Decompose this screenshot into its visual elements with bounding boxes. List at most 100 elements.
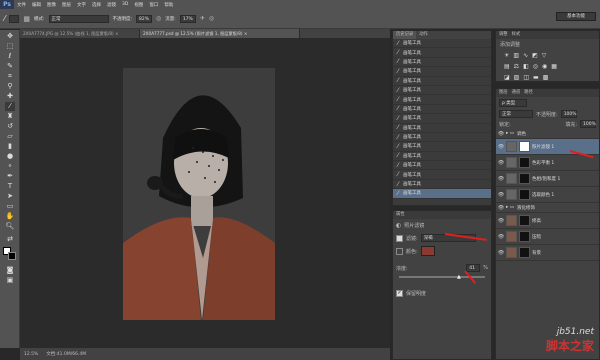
path-select-tool-icon[interactable]: ➤ bbox=[5, 192, 15, 201]
visibility-eye-icon[interactable]: 👁︎ bbox=[496, 234, 506, 240]
blur-tool-icon[interactable]: ● bbox=[5, 152, 15, 161]
layer-opacity-input[interactable]: 100% bbox=[560, 110, 577, 118]
hue-sat-icon[interactable]: ▤ bbox=[504, 63, 510, 70]
pen-tool-icon[interactable]: ✒ bbox=[5, 172, 15, 181]
brush-tool-icon[interactable]: ⁄ bbox=[5, 102, 15, 111]
history-item[interactable]: ⁄ 画笔工具 bbox=[393, 180, 491, 190]
menu-select[interactable]: 选择 bbox=[89, 2, 104, 8]
history-item[interactable]: ⁄ 画笔工具 bbox=[393, 142, 491, 152]
doc-tab-2[interactable]: 2X0A7777.psd @ 12.5% (照片滤镜 1, 图层蒙版/8) × bbox=[140, 29, 300, 38]
pressure-opacity-icon[interactable]: ◎ bbox=[156, 15, 161, 22]
type-tool-icon[interactable]: T bbox=[5, 182, 15, 191]
color-balance-icon[interactable]: ⚖ bbox=[514, 63, 519, 70]
gradient-map-icon[interactable]: ▬ bbox=[533, 74, 539, 81]
exposure-icon[interactable]: ◩ bbox=[532, 52, 538, 59]
layer-row[interactable]: 👁︎ 色彩平衡 1 bbox=[496, 155, 599, 171]
menu-file[interactable]: 文件 bbox=[14, 2, 29, 8]
layer-mask-thumbnail[interactable] bbox=[519, 157, 530, 168]
workspace-select[interactable]: 基本功能 bbox=[556, 12, 596, 21]
history-item[interactable]: ⁄ 画笔工具 bbox=[393, 95, 491, 105]
vibrance-icon[interactable]: ▽ bbox=[542, 52, 547, 59]
tab-paths[interactable]: 路径 bbox=[524, 89, 533, 97]
history-item[interactable]: ⁄ 画笔工具 bbox=[393, 67, 491, 77]
flow-input[interactable]: 17% bbox=[179, 14, 196, 23]
filter-color-swatch[interactable] bbox=[420, 246, 435, 256]
visibility-eye-icon[interactable]: 👁︎ bbox=[496, 144, 506, 150]
layer-filter-kind[interactable]: ρ 类型 bbox=[499, 99, 527, 107]
visibility-eye-icon[interactable]: 👁︎ bbox=[496, 218, 506, 224]
visibility-eye-icon[interactable]: 👁︎ bbox=[496, 205, 506, 211]
menu-help[interactable]: 帮助 bbox=[161, 2, 176, 8]
history-item[interactable]: ⁄ 画笔工具 bbox=[393, 114, 491, 124]
layer-row[interactable]: 👁︎ 背景 bbox=[496, 245, 599, 261]
bw-icon[interactable]: ◧ bbox=[523, 63, 529, 70]
layer-row[interactable]: 👁︎ 修高 bbox=[496, 213, 599, 229]
lasso-tool-icon[interactable]: ℓ bbox=[5, 52, 15, 61]
eraser-tool-icon[interactable]: ▱ bbox=[5, 132, 15, 141]
menu-type[interactable]: 文字 bbox=[74, 2, 89, 8]
layer-row[interactable]: 👁︎ 压暗 bbox=[496, 229, 599, 245]
visibility-eye-icon[interactable]: 👁︎ bbox=[496, 131, 506, 137]
brush-panel-icon[interactable]: ▦ bbox=[23, 15, 30, 23]
shape-tool-icon[interactable]: ▭ bbox=[5, 202, 15, 211]
menu-3d[interactable]: 3D bbox=[119, 2, 131, 7]
fill-input[interactable]: 100% bbox=[580, 120, 596, 128]
menu-image[interactable]: 图像 bbox=[44, 2, 59, 8]
layer-mask-thumbnail[interactable] bbox=[519, 215, 530, 226]
properties-tab[interactable]: 属性 bbox=[393, 211, 491, 219]
history-item[interactable]: ⁄ 画笔工具 bbox=[393, 133, 491, 143]
zoom-level[interactable]: 12.5% bbox=[24, 352, 38, 357]
density-input[interactable]: 41 bbox=[466, 264, 481, 272]
tab-styles[interactable]: 样式 bbox=[512, 31, 521, 39]
eyedropper-tool-icon[interactable]: ⚲ bbox=[5, 82, 15, 91]
history-item[interactable]: ⁄ 画笔工具 bbox=[393, 170, 491, 180]
posterize-icon[interactable]: ▨ bbox=[514, 74, 520, 81]
document-canvas-photo[interactable] bbox=[123, 68, 275, 320]
quick-mask-icon[interactable]: ◙ bbox=[5, 266, 15, 275]
levels-icon[interactable]: ▥ bbox=[513, 52, 519, 59]
filter-radio[interactable] bbox=[396, 234, 403, 242]
quick-select-tool-icon[interactable]: ✎ bbox=[5, 62, 15, 71]
tab-channels[interactable]: 通道 bbox=[512, 89, 521, 97]
selective-color-icon[interactable]: ▩ bbox=[543, 74, 549, 81]
color-lookup-icon[interactable]: ▦ bbox=[551, 63, 557, 70]
airbrush-icon[interactable]: ✈ bbox=[200, 15, 205, 22]
curves-icon[interactable]: ∿ bbox=[523, 52, 528, 59]
marquee-tool-icon[interactable]: ⬚ bbox=[5, 42, 15, 51]
opacity-input[interactable]: 82% bbox=[136, 14, 153, 23]
crop-tool-icon[interactable]: ⌗ bbox=[5, 72, 15, 81]
layer-mask-thumbnail[interactable] bbox=[519, 173, 530, 184]
layer-row[interactable]: 👁︎ ▸ ▭ 调色 bbox=[496, 129, 599, 139]
photo-filter-adjust-icon[interactable]: ◎ bbox=[533, 63, 538, 70]
history-item[interactable]: ⁄ 画笔工具 bbox=[393, 124, 491, 133]
healing-tool-icon[interactable]: ✚ bbox=[5, 92, 15, 101]
history-item[interactable]: ⁄ 画笔工具 bbox=[393, 86, 491, 96]
brightness-icon[interactable]: ☀ bbox=[504, 52, 509, 59]
menu-filter[interactable]: 滤镜 bbox=[104, 2, 119, 8]
visibility-eye-icon[interactable]: 👁︎ bbox=[496, 192, 506, 198]
menu-window[interactable]: 窗口 bbox=[146, 2, 161, 8]
mode-select[interactable]: 正常 bbox=[48, 14, 109, 23]
dodge-tool-icon[interactable]: ⚬ bbox=[5, 162, 15, 171]
history-item[interactable]: ⁄ 画笔工具 bbox=[393, 77, 491, 86]
tab-history[interactable]: 历史记录 bbox=[393, 31, 417, 39]
threshold-icon[interactable]: ◫ bbox=[523, 74, 529, 81]
background-color-swatch[interactable] bbox=[8, 252, 16, 260]
color-swap-icon[interactable]: ⇄ bbox=[5, 235, 15, 244]
layer-mask-thumbnail[interactable] bbox=[519, 141, 530, 152]
invert-icon[interactable]: ◪ bbox=[504, 74, 510, 81]
history-item[interactable]: ⁄ 画笔工具 bbox=[393, 161, 491, 171]
screen-mode-icon[interactable]: ▣ bbox=[5, 276, 15, 285]
history-item[interactable]: ⁄ 画笔工具 bbox=[393, 189, 491, 199]
brush-icon[interactable]: ⁄ bbox=[4, 14, 5, 23]
history-item[interactable]: ⁄ 画笔工具 bbox=[393, 48, 491, 58]
layer-mask-thumbnail[interactable] bbox=[519, 247, 530, 258]
tab-layers[interactable]: 图层 bbox=[499, 89, 508, 97]
layer-row[interactable]: 👁︎ 色相/饱和度 1 bbox=[496, 171, 599, 187]
channel-mixer-icon[interactable]: ◉ bbox=[542, 63, 547, 70]
menu-view[interactable]: 视图 bbox=[131, 2, 146, 8]
history-item[interactable]: ⁄ 画笔工具 bbox=[393, 152, 491, 162]
visibility-eye-icon[interactable]: 👁︎ bbox=[496, 160, 506, 166]
history-item[interactable]: ⁄ 画笔工具 bbox=[393, 105, 491, 115]
color-radio[interactable] bbox=[396, 247, 403, 255]
